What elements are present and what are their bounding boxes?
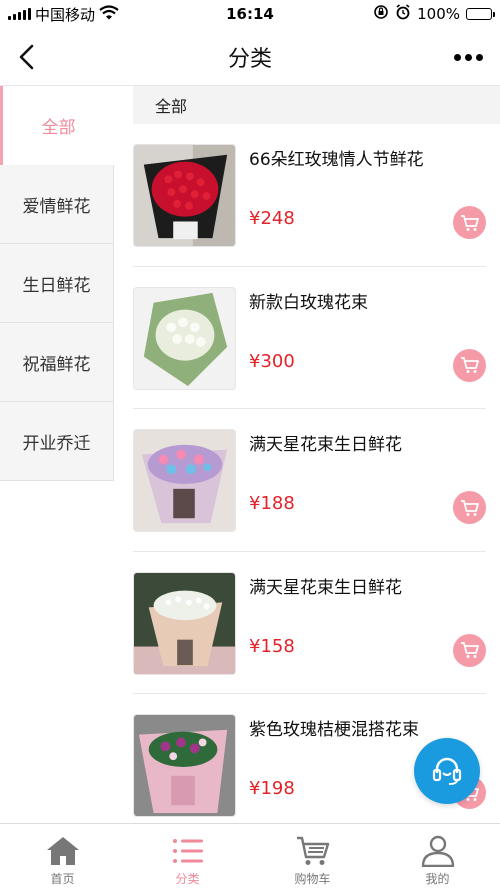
tab-mine[interactable]: 我的	[375, 824, 500, 889]
product-name[interactable]: 66朵红玫瑰情人节鲜花	[249, 145, 424, 170]
shopping-cart-icon	[460, 642, 479, 658]
chevron-left-icon	[19, 44, 34, 70]
product-name[interactable]: 满天星花束生日鲜花	[249, 573, 402, 598]
product-image[interactable]	[133, 714, 236, 817]
add-to-cart-button[interactable]	[453, 348, 486, 382]
alarm-icon	[395, 4, 411, 24]
sidebar-item-blessing-flowers[interactable]: 祝福鲜花	[0, 323, 114, 402]
customer-service-headset-icon	[432, 757, 462, 785]
shopping-cart-icon	[460, 214, 479, 231]
product-image[interactable]	[133, 429, 236, 532]
product-price: ¥248	[249, 208, 295, 229]
tab-label: 我的	[425, 872, 450, 886]
add-to-cart-button[interactable]	[453, 491, 486, 524]
section-header: 全部	[133, 86, 500, 124]
category-sidebar: 全部 爱情鲜花 生日鲜花 祝福鲜花 开业乔迁	[0, 86, 114, 823]
shopping-cart-icon	[294, 833, 332, 869]
rotation-lock-icon	[373, 4, 389, 24]
battery-icon	[466, 8, 495, 20]
customer-service-button[interactable]	[414, 738, 480, 804]
navigation-bar: 分类	[0, 28, 500, 86]
shopping-cart-icon	[460, 357, 479, 373]
sidebar-item-label: 开业乔迁	[22, 433, 91, 454]
more-button[interactable]	[450, 42, 486, 72]
sidebar-item-label: 生日鲜花	[22, 275, 91, 296]
product-name[interactable]: 新款白玫瑰花束	[249, 288, 368, 313]
sidebar-item-love-flowers[interactable]: 爱情鲜花	[0, 165, 114, 244]
sidebar-item-opening-flowers[interactable]: 开业乔迁	[0, 402, 114, 481]
tab-cart[interactable]: 购物车	[250, 824, 375, 889]
tab-label: 分类	[175, 872, 200, 886]
add-to-cart-button[interactable]	[453, 633, 486, 667]
wifi-icon	[99, 4, 119, 24]
product-item[interactable]: 满天星花束生日鲜花 ¥188	[133, 409, 486, 552]
product-image[interactable]	[133, 286, 236, 390]
status-bar: 中国移动 16:14 100%	[0, 0, 500, 28]
sidebar-item-label: 爱情鲜花	[22, 196, 91, 217]
product-price: ¥188	[249, 493, 295, 514]
back-button[interactable]	[10, 40, 44, 74]
home-icon	[44, 833, 82, 869]
page-title: 分类	[227, 46, 272, 72]
product-name[interactable]: 满天星花束生日鲜花	[249, 430, 402, 455]
product-item[interactable]: 66朵红玫瑰情人节鲜花 ¥248	[133, 124, 486, 267]
product-item[interactable]: 满天星花束生日鲜花 ¥158	[133, 552, 486, 694]
sidebar-item-all[interactable]: 全部	[0, 86, 114, 165]
tab-label: 首页	[50, 872, 75, 886]
battery-percent: 100%	[417, 5, 460, 23]
add-to-cart-button[interactable]	[453, 206, 486, 239]
category-list-icon	[169, 833, 207, 869]
sidebar-item-birthday-flowers[interactable]: 生日鲜花	[0, 244, 114, 323]
signal-strength-icon	[8, 8, 31, 20]
product-list-panel: 全部 66朵红玫瑰情人节鲜花 ¥248 新款白玫瑰花束 ¥300 满天星花束生日…	[133, 86, 500, 823]
product-name[interactable]: 紫色玫瑰桔梗混搭花束	[249, 715, 419, 740]
sidebar-item-label: 全部	[41, 118, 76, 138]
product-price: ¥198	[249, 778, 295, 799]
product-image[interactable]	[133, 571, 236, 675]
product-price: ¥158	[249, 635, 295, 657]
tab-home[interactable]: 首页	[0, 824, 125, 889]
product-item[interactable]: 新款白玫瑰花束 ¥300	[133, 267, 486, 409]
tab-label: 购物车	[294, 872, 331, 886]
more-dots-icon	[453, 53, 461, 61]
carrier-label: 中国移动	[35, 5, 96, 24]
product-price: ¥300	[249, 350, 295, 372]
bottom-tab-bar: 首页 分类 购物车 我的	[0, 823, 500, 889]
product-image[interactable]	[133, 144, 236, 247]
shopping-cart-icon	[460, 499, 479, 516]
tab-category[interactable]: 分类	[125, 824, 250, 889]
sidebar-item-label: 祝福鲜花	[22, 354, 91, 375]
user-icon	[419, 833, 457, 869]
